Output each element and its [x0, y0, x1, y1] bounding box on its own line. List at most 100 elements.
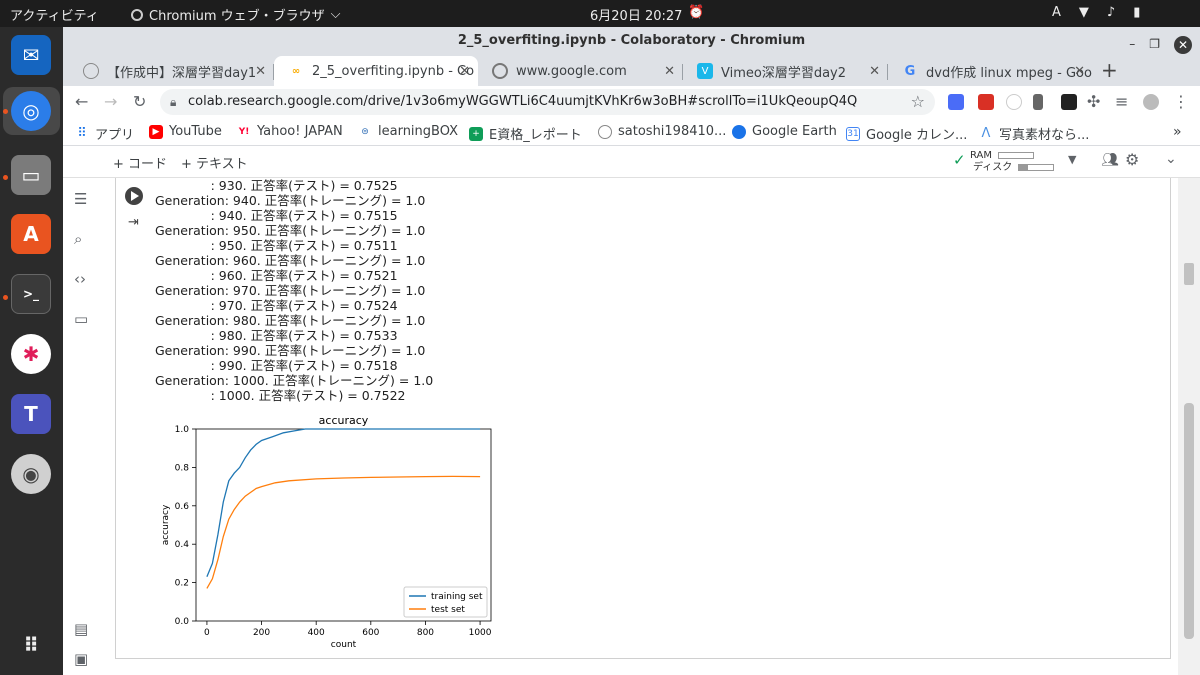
bookmark-label: アプリ	[95, 128, 135, 143]
tab-draft-day1[interactable]: 【作成中】深層学習day1 ✕	[69, 56, 274, 86]
output-line: : 970. 正答率(テスト) = 0.7524	[155, 298, 398, 313]
extension-icon[interactable]	[1006, 94, 1022, 110]
tab-label: www.google.com	[516, 63, 627, 79]
extension-icon[interactable]	[1061, 94, 1077, 110]
y-tick-label: 1.0	[175, 425, 190, 435]
running-indicator	[3, 109, 8, 114]
terminal-icon[interactable]: >_	[11, 274, 51, 314]
bookmark-youtube[interactable]: ▶ YouTube	[149, 124, 222, 139]
colab-toolbar: + コード + テキスト ✓ RAM ディスク ▼ 👥︎ ⚙ ⌄	[63, 146, 1200, 178]
search-icon[interactable]: ⌕	[74, 230, 82, 248]
resource-dropdown-icon[interactable]: ▼	[1068, 153, 1076, 166]
colab-page: + コード + テキスト ✓ RAM ディスク ▼ 👥︎ ⚙ ⌄ ☰ ⌕ ‹› …	[63, 146, 1200, 675]
extension-icon[interactable]	[1033, 94, 1043, 110]
address-bar[interactable]: 🔒︎ colab.research.google.com/drive/1v3o6…	[160, 89, 935, 115]
avatar[interactable]	[1143, 94, 1159, 110]
bookmark-label: Google カレン...	[866, 128, 968, 143]
files-icon[interactable]: ▭	[11, 155, 51, 195]
code-cell[interactable]: ⇥ : 930. 正答率(テスト) = 0.7525 Generation: 94…	[115, 178, 1171, 659]
tab-google[interactable]: www.google.com ✕	[478, 56, 683, 86]
kebab-menu-icon[interactable]: ⋮	[1173, 92, 1189, 111]
tab-dvd-search[interactable]: G dvd作成 linux mpeg - Goo ✕	[888, 56, 1093, 86]
input-method-indicator[interactable]: A	[1052, 5, 1061, 20]
photo-ac-icon: Λ	[981, 126, 991, 141]
bookmark-photo-stock[interactable]: Λ 写真素材なら...	[979, 124, 1090, 143]
disc-icon[interactable]: ◉	[11, 454, 51, 494]
system-tray[interactable]: A ▼ ♪ ▮	[1052, 5, 1140, 20]
share-people-icon[interactable]: 👥︎	[1101, 152, 1119, 168]
close-tab-icon[interactable]: ✕	[1074, 64, 1085, 79]
gmail-extension-icon[interactable]	[978, 94, 994, 110]
x-tick-label: 1000	[469, 628, 492, 638]
x-tick-label: 200	[253, 628, 270, 638]
activities-button[interactable]: アクティビティ	[10, 5, 99, 24]
vimeo-icon: V	[697, 63, 713, 79]
close-tab-icon[interactable]: ✕	[459, 64, 470, 79]
close-tab-icon[interactable]: ✕	[869, 64, 880, 79]
files-folder-icon[interactable]: ▭	[74, 310, 88, 328]
bookmark-apps[interactable]: ⠿ アプリ	[75, 124, 134, 143]
bookmark-label: 写真素材なら...	[999, 128, 1090, 143]
bookmark-google-earth[interactable]: Google Earth	[732, 124, 837, 139]
show-apps-icon[interactable]: ⠿	[11, 625, 51, 665]
more-bookmarks-icon[interactable]: »	[1173, 124, 1182, 140]
add-text-button[interactable]: + テキスト	[181, 153, 248, 172]
bookmarks-bar: ⠿ アプリ ▶ YouTube Y! Yahoo! JAPAN ⊜ learni…	[63, 118, 1200, 146]
chromium-dock-icon[interactable]: ◎	[11, 91, 51, 131]
bookmark-star-icon[interactable]: ☆	[911, 89, 925, 115]
settings-gear-icon[interactable]: ⚙	[1125, 150, 1139, 169]
google-icon: G	[904, 63, 916, 79]
calendar-icon: 31	[846, 126, 860, 141]
extension-icon[interactable]	[948, 94, 964, 110]
add-code-button[interactable]: + コード	[113, 153, 167, 172]
bookmark-e-report[interactable]: + E資格_レポート	[469, 124, 582, 143]
bookmark-satoshi[interactable]: satoshi198410...	[598, 124, 726, 139]
close-tab-icon[interactable]: ✕	[664, 64, 675, 79]
puzzle-icon[interactable]: ✣	[1087, 92, 1100, 111]
bookmark-google-calendar[interactable]: 31 Google カレン...	[846, 124, 967, 143]
wifi-icon: ▼	[1078, 5, 1089, 20]
apps-grid-icon: ⠿	[77, 126, 87, 141]
bookmark-label: E資格_レポート	[489, 128, 582, 143]
y-axis-label: accuracy	[161, 504, 171, 545]
software-center-icon[interactable]: A	[11, 214, 51, 254]
bookmark-yahoo[interactable]: Y! Yahoo! JAPAN	[237, 124, 343, 139]
bookmark-label: satoshi198410...	[618, 124, 727, 139]
code-snippets-icon[interactable]: ‹›	[74, 270, 86, 288]
app-menu[interactable]: Chromium ウェブ・ブラウザ ⌵	[131, 5, 341, 24]
thunderbird-icon[interactable]: ✉	[11, 35, 51, 75]
terminal-icon[interactable]: ▣	[74, 650, 88, 668]
close-window-icon[interactable]: ✕	[1174, 35, 1192, 54]
clock[interactable]: 6月20日 20:27 ⏰	[590, 5, 705, 24]
command-palette-icon[interactable]: ▤	[74, 620, 88, 638]
ubuntu-dock: ✉ ◎ ▭ A >_ ✱ T ◉ ⠿	[0, 27, 63, 675]
slack-icon[interactable]: ✱	[11, 334, 51, 374]
bookmark-label: learningBOX	[378, 124, 459, 139]
output-line: Generation: 1000. 正答率(トレーニング) = 1.0	[155, 373, 434, 388]
forward-icon[interactable]: →	[104, 92, 117, 111]
page-scrollbar[interactable]	[1178, 178, 1200, 675]
resource-monitor[interactable]: RAM ディスク	[953, 150, 1055, 174]
alarm-icon: ⏰	[688, 5, 705, 20]
output-line: Generation: 980. 正答率(トレーニング) = 1.0	[155, 313, 426, 328]
reload-icon[interactable]: ↻	[133, 92, 146, 111]
close-tab-icon[interactable]: ✕	[255, 64, 266, 79]
teams-icon[interactable]: T	[11, 394, 51, 434]
tab-colab-notebook[interactable]: ∞ 2_5_overfiting.ipynb - Co ✕	[274, 56, 478, 86]
collapse-header-icon[interactable]: ⌄	[1165, 151, 1177, 167]
new-tab-button[interactable]: +	[1101, 58, 1118, 82]
toc-icon[interactable]: ☰	[74, 190, 87, 208]
window-titlebar: 2_5_overfiting.ipynb - Colaboratory - Ch…	[63, 27, 1200, 54]
output-line: Generation: 940. 正答率(トレーニング) = 1.0	[155, 193, 426, 208]
tab-vimeo[interactable]: V Vimeo深層学習day2 ✕	[683, 56, 888, 86]
run-cell-button[interactable]	[125, 187, 143, 205]
chart-title: accuracy	[319, 414, 369, 427]
scrollbar-thumb[interactable]	[1184, 403, 1194, 639]
back-icon[interactable]: ←	[75, 92, 88, 111]
output-line: : 990. 正答率(テスト) = 0.7518	[155, 358, 398, 373]
disk-label: ディスク	[973, 162, 1013, 173]
bookmark-learningbox[interactable]: ⊜ learningBOX	[358, 124, 458, 139]
output-icon[interactable]: ⇥	[128, 215, 139, 230]
chromium-window: 2_5_overfiting.ipynb - Colaboratory - Ch…	[63, 27, 1200, 675]
playlist-icon[interactable]: ≡	[1115, 92, 1128, 111]
